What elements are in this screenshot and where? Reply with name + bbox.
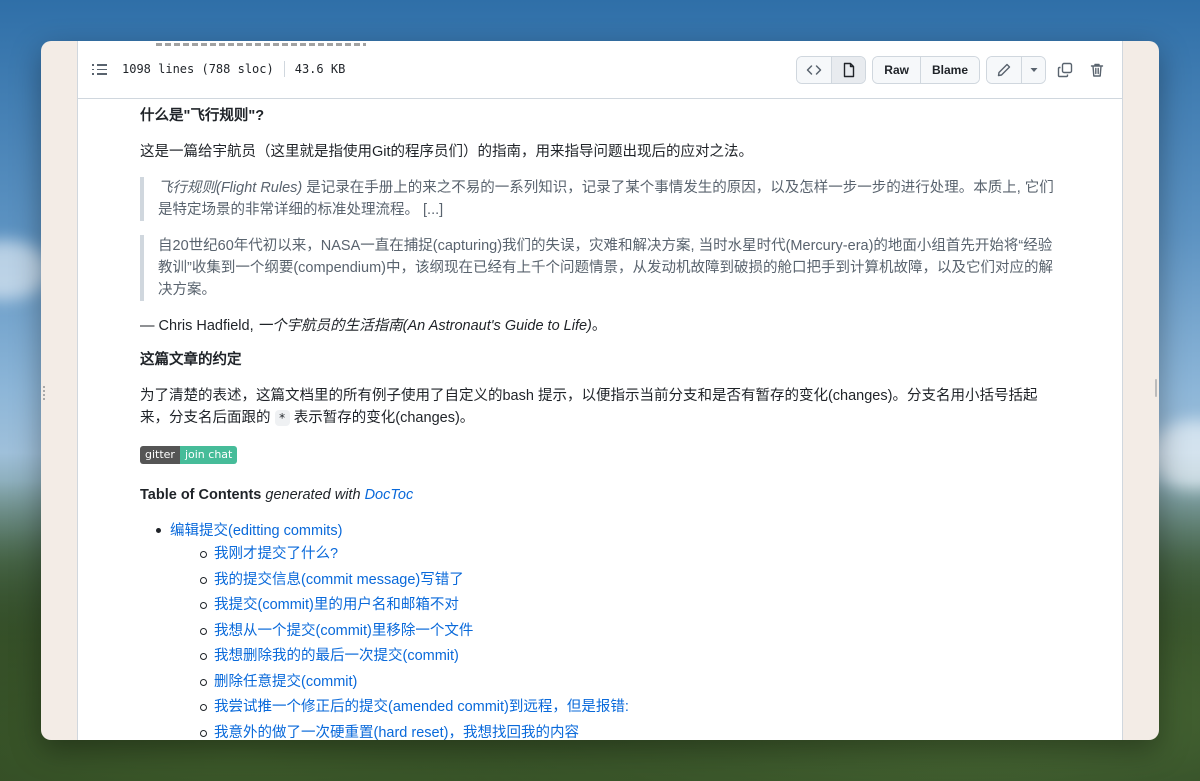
list-item: 我的提交信息(commit message)写错了 <box>200 568 1060 594</box>
markdown-body: 什么是"飞行规则"? 这是一篇给宇航员（这里就是指使用Git的程序员们）的指南，… <box>140 99 1060 740</box>
copy-button[interactable] <box>1052 57 1078 83</box>
list-item: 我提交(commit)里的用户名和邮箱不对 <box>200 593 1060 619</box>
edit-button[interactable] <box>987 57 1021 83</box>
toc-link[interactable]: 我想删除我的的最后一次提交(commit) <box>214 648 459 664</box>
code-icon <box>807 65 822 75</box>
copy-icon <box>1057 62 1073 78</box>
list-item: 删除任意提交(commit) <box>200 670 1060 696</box>
raw-blame-group: Raw Blame <box>872 56 980 84</box>
inline-code: * <box>274 410 290 426</box>
list-item: 我想从一个提交(commit)里移除一个文件 <box>200 619 1060 645</box>
list-item: 编辑提交(editting commits) 我刚才提交了什么? 我的提交信息(… <box>156 520 1060 740</box>
toc-link[interactable]: 我意外的做了一次硬重置(hard reset)，我想找回我的内容 <box>214 725 579 741</box>
gitter-badge[interactable]: gitter join chat <box>140 446 238 464</box>
edit-group <box>986 56 1046 84</box>
conventions-paragraph: 为了清楚的表述，这篇文档里的所有例子使用了自定义的bash 提示，以便指示当前分… <box>140 385 1060 429</box>
quote-emphasis: 飞行规则(Flight Rules) <box>158 180 303 196</box>
toc-link[interactable]: 我提交(commit)里的用户名和邮箱不对 <box>214 597 459 613</box>
doctoc-link[interactable]: DocToc <box>365 487 414 503</box>
table-of-contents: 编辑提交(editting commits) 我刚才提交了什么? 我的提交信息(… <box>140 520 1060 740</box>
intro-paragraph: 这是一篇给宇航员（这里就是指使用Git的程序员们）的指南，用来指导问题出现后的应… <box>140 144 754 160</box>
blockquote-flight-rules: 飞行规则(Flight Rules) 是记录在手册上的来之不易的一系列知识，记录… <box>140 177 1060 221</box>
list-item: 我想删除我的的最后一次提交(commit) <box>200 644 1060 670</box>
quote-text: 自20世纪60年代初以来，NASA一直在捕捉(capturing)我们的失误，灾… <box>158 238 1053 298</box>
trash-icon <box>1090 63 1104 77</box>
file-viewer: 1098 lines (788 sloc) 43.6 KB Raw Blame <box>77 41 1123 740</box>
toc-link[interactable]: 我刚才提交了什么? <box>214 546 338 562</box>
divider <box>283 61 285 77</box>
toc-link[interactable]: 我尝试推一个修正后的提交(amended commit)到远程，但是报错: <box>214 699 629 715</box>
list-item: 我意外的做了一次硬重置(hard reset)，我想找回我的内容 <box>200 721 1060 741</box>
blockquote-nasa: 自20世纪60年代初以来，NASA一直在捕捉(capturing)我们的失误，灾… <box>140 235 1060 301</box>
toc-link[interactable]: 我的提交信息(commit message)写错了 <box>214 572 464 588</box>
file-size: 43.6 KB <box>294 62 346 76</box>
delete-button[interactable] <box>1084 57 1110 83</box>
list-item: 我刚才提交了什么? <box>200 542 1060 568</box>
toc-link[interactable]: 我想从一个提交(commit)里移除一个文件 <box>214 623 473 639</box>
preview-view-button[interactable] <box>831 57 866 83</box>
attribution-book: 一个宇航员的生活指南(An Astronaut's Guide to Life) <box>257 318 592 334</box>
conventions-text: 表示暂存的变化(changes)。 <box>289 410 475 426</box>
toc-title: Table of Contents <box>140 487 262 503</box>
browser-window: 1098 lines (788 sloc) 43.6 KB Raw Blame <box>41 41 1159 740</box>
file-icon <box>843 62 854 78</box>
edit-dropdown-button[interactable] <box>1021 57 1045 83</box>
file-header: 1098 lines (788 sloc) 43.6 KB Raw Blame <box>78 41 1122 99</box>
toc-link[interactable]: 删除任意提交(commit) <box>214 674 357 690</box>
badge-value: join chat <box>179 446 238 464</box>
badge-label: gitter <box>140 446 180 464</box>
lines-info: 1098 lines (788 sloc) <box>122 62 274 76</box>
resize-handle-right[interactable] <box>1155 379 1157 397</box>
scrolled-text-fragment <box>156 41 366 48</box>
blame-button[interactable]: Blame <box>919 57 979 83</box>
code-view-button[interactable] <box>797 57 832 83</box>
section-heading-conventions: 这篇文章的约定 <box>140 352 242 368</box>
attribution-suffix: 。 <box>591 318 607 334</box>
pencil-icon <box>997 63 1011 77</box>
chevron-down-icon <box>1030 68 1037 72</box>
raw-button[interactable]: Raw <box>873 57 920 83</box>
toc-link[interactable]: 编辑提交(editting commits) <box>170 523 342 539</box>
resize-handle-left[interactable] <box>43 386 46 400</box>
section-heading-flight-rules: 什么是"飞行规则"? <box>140 108 265 124</box>
toc-sublist: 我刚才提交了什么? 我的提交信息(commit message)写错了 我提交(… <box>170 542 1060 740</box>
toc-heading: Table of Contents generated with DocToc <box>140 484 1060 506</box>
view-toggle <box>796 56 867 84</box>
list-item: 我尝试推一个修正后的提交(amended commit)到远程，但是报错: <box>200 695 1060 721</box>
attribution: — Chris Hadfield, 一个宇航员的生活指南(An Astronau… <box>140 315 1060 337</box>
list-icon[interactable] <box>92 61 108 77</box>
toc-generated: generated with <box>261 487 365 503</box>
attribution-author: — Chris Hadfield, <box>140 318 258 334</box>
